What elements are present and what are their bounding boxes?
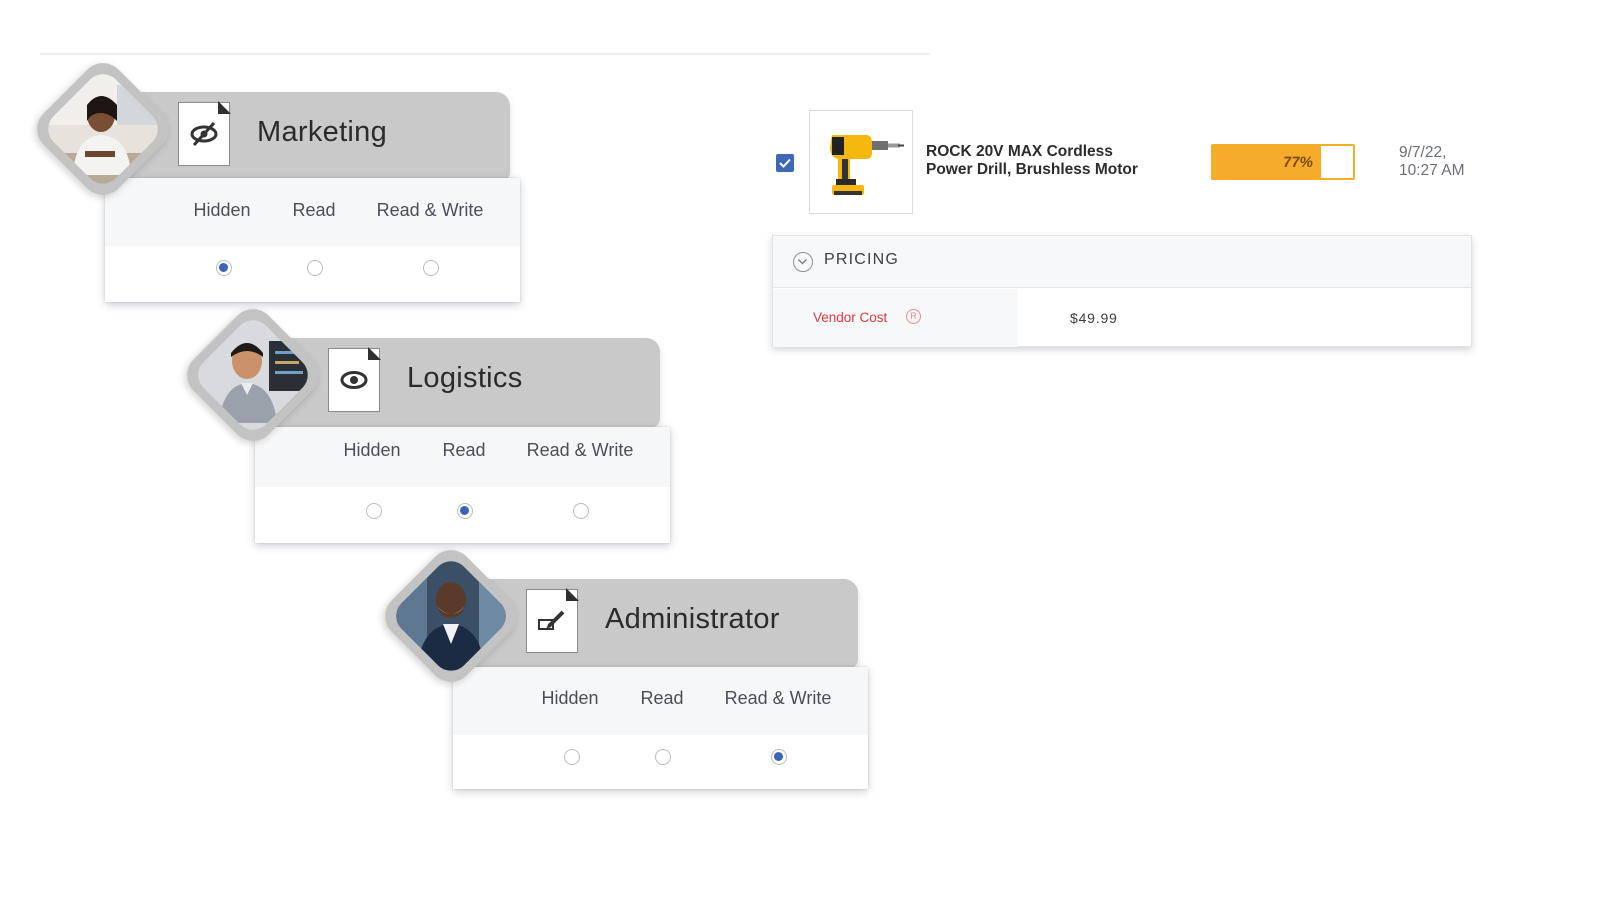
permission-panel: Hidden Read Read & Write [255, 427, 670, 543]
checkmark-icon [779, 158, 791, 168]
option-label-read-write: Read & Write [526, 440, 634, 460]
permission-labels-row: Hidden Read Read & Write [105, 178, 520, 246]
role-title: Administrator [605, 603, 780, 635]
product-name[interactable]: ROCK 20V MAX Cordless Power Drill, Brush… [926, 143, 1196, 179]
vendor-cost-value[interactable]: $49.99 [1070, 310, 1118, 326]
role-card-logistics: Hidden Read Read & Write Logistics [178, 300, 670, 552]
role-title: Marketing [257, 116, 388, 148]
option-label-hidden: Hidden [193, 200, 251, 220]
radio-hidden[interactable] [366, 503, 382, 519]
product-thumbnail[interactable] [809, 110, 913, 214]
product-checkbox[interactable] [776, 154, 794, 172]
permission-labels-row: Hidden Read Read & Write [255, 427, 670, 487]
top-divider [40, 53, 930, 55]
role-card-administrator: Hidden Read Read & Write Administrator [376, 541, 868, 793]
edit-document-icon [526, 589, 578, 653]
required-badge-icon: R [906, 309, 921, 324]
product-timestamp: 9/7/22, 10:27 AM [1399, 144, 1519, 180]
eye-document-icon [328, 348, 380, 412]
option-label-read-write: Read & Write [376, 200, 484, 220]
option-label-read-write: Read & Write [724, 688, 832, 708]
date-line-2: 10:27 AM [1399, 162, 1465, 179]
radio-read-write[interactable] [423, 260, 439, 276]
permission-labels-row: Hidden Read Read & Write [453, 667, 868, 735]
radio-read-write[interactable] [771, 749, 787, 765]
cordless-drill-icon [830, 135, 904, 195]
permission-panel: Hidden Read Read & Write [105, 178, 520, 302]
radio-read[interactable] [457, 503, 473, 519]
product-name-line-2: Power Drill, Brushless Motor [926, 161, 1138, 178]
role-card-marketing: Hidden Read Read & Write Marketing [28, 54, 520, 306]
permission-panel: Hidden Read Read & Write [453, 667, 868, 789]
product-name-line-1: ROCK 20V MAX Cordless [926, 143, 1113, 160]
vendor-cost-label: Vendor Cost [813, 310, 888, 325]
option-label-hidden: Hidden [343, 440, 401, 460]
pricing-panel: PRICING Vendor Cost R $49.99 [772, 235, 1472, 347]
pricing-title: PRICING [824, 251, 900, 268]
date-line-1: 9/7/22, [1399, 144, 1447, 161]
radio-read[interactable] [307, 260, 323, 276]
completion-progress-bar: 77% [1211, 144, 1355, 180]
option-label-read: Read [442, 440, 486, 460]
progress-label: 77% [1281, 154, 1315, 171]
radio-hidden[interactable] [564, 749, 580, 765]
radio-hidden[interactable] [216, 260, 232, 276]
eye-slash-document-icon [178, 102, 230, 166]
pricing-header[interactable]: PRICING [773, 236, 1471, 288]
vendor-cost-cell: Vendor Cost R [773, 289, 1018, 347]
radio-read-write[interactable] [573, 503, 589, 519]
option-label-read: Read [640, 688, 684, 708]
radio-read[interactable] [655, 749, 671, 765]
role-title: Logistics [407, 362, 523, 394]
option-label-read: Read [292, 200, 336, 220]
chevron-down-icon[interactable] [793, 252, 813, 272]
option-label-hidden: Hidden [541, 688, 599, 708]
